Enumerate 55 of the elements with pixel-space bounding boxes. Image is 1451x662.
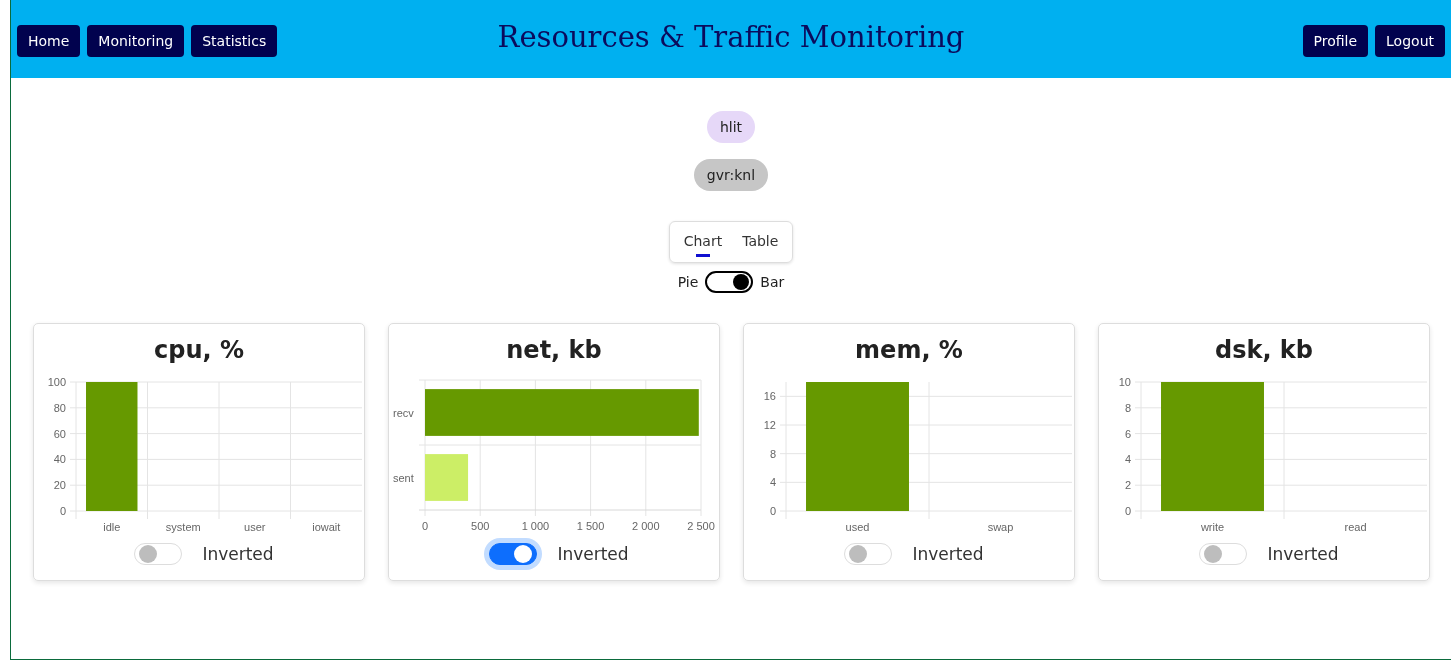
toggle-label: Inverted <box>557 544 629 564</box>
nav-button[interactable]: Statistics <box>191 25 278 57</box>
axis-label: 0 <box>1124 505 1131 517</box>
switch-label: Bar <box>760 274 785 290</box>
mode-switch[interactable] <box>705 271 754 293</box>
tag-pill: hlit <box>706 111 756 143</box>
axis-label: 100 <box>47 376 66 388</box>
card-title: net, kb <box>506 336 602 366</box>
toggle-label: Inverted <box>912 544 984 564</box>
axis-label: read <box>1344 521 1367 533</box>
card-title: cpu, % <box>154 336 244 366</box>
axis-label: sent <box>393 471 414 484</box>
axis-label: write <box>1200 521 1225 533</box>
tag-pill: gvr:knl <box>693 159 769 191</box>
axis-label: 2 500 <box>687 520 715 532</box>
axis-label: 6 <box>1124 427 1131 440</box>
axis-label: 40 <box>53 453 66 466</box>
axis-label: 4 <box>1124 453 1131 466</box>
axis-label: 0 <box>421 520 429 532</box>
axis-label: 8 <box>769 447 776 460</box>
toggle-label: Inverted <box>202 544 274 564</box>
axis-label: 500 <box>471 520 490 532</box>
axis-label: used <box>845 521 870 533</box>
axis-label: 16 <box>763 390 776 403</box>
toggle-label: Inverted <box>1267 544 1339 564</box>
axis-label: 1 000 <box>521 520 550 532</box>
axis-label: 10 <box>1118 376 1131 388</box>
axis-label: idle <box>103 521 121 533</box>
axis-label: 0 <box>769 505 776 517</box>
axis-label: 20 <box>53 479 66 492</box>
axis-label: system <box>165 521 201 533</box>
axis-label: 0 <box>59 505 66 517</box>
axis-label: 2 000 <box>632 520 660 532</box>
axis-label: 4 <box>769 476 776 489</box>
axis-label: recv <box>393 406 414 419</box>
axis-label: 8 <box>1124 401 1131 414</box>
axis-label: 60 <box>53 427 66 440</box>
axis-label: 1 500 <box>576 520 605 532</box>
axis-label: iowait <box>312 521 341 533</box>
axis-label: 80 <box>53 401 66 414</box>
card-title: mem, % <box>855 336 963 366</box>
axis-label: swap <box>987 521 1014 533</box>
card-title: dsk, kb <box>1214 336 1313 366</box>
page-title: Resources & Traffic Monitoring <box>496 20 966 54</box>
nav-button[interactable]: Logout <box>1375 25 1445 57</box>
axis-label: 2 <box>1124 479 1131 492</box>
bar <box>425 454 469 501</box>
axis-label: 12 <box>763 419 776 431</box>
tab[interactable]: Chart <box>673 224 733 260</box>
axis-label: user <box>244 521 266 533</box>
nav-button[interactable]: Profile <box>1302 25 1369 57</box>
switch-label: Pie <box>677 274 699 290</box>
nav-button[interactable]: Monitoring <box>87 25 185 57</box>
nav-button[interactable]: Home <box>17 25 81 57</box>
tab[interactable]: Table <box>732 224 789 260</box>
